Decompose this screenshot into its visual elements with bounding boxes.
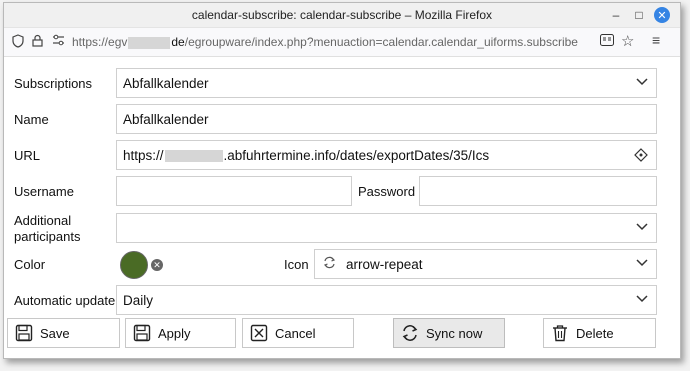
password-input[interactable] <box>419 176 657 206</box>
chevron-down-icon <box>636 256 648 270</box>
participants-label-line2: participants <box>14 229 81 244</box>
url-domain-end: de <box>171 35 185 49</box>
arrow-repeat-icon <box>323 256 336 272</box>
chevron-down-icon <box>636 220 648 234</box>
update-label: Automatic update <box>14 293 116 308</box>
password-label: Password <box>358 184 416 199</box>
url-input[interactable]: https:// .abfuhrtermine.info/dates/export… <box>116 140 657 170</box>
sync-now-button[interactable]: Sync now <box>393 318 505 348</box>
subscriptions-select[interactable]: Abfallkalender <box>116 68 657 98</box>
update-select[interactable]: Daily <box>116 285 657 315</box>
sync-icon <box>400 323 420 343</box>
color-label: Color <box>14 257 46 272</box>
participants-select[interactable] <box>116 213 657 243</box>
chevron-down-icon <box>636 75 648 89</box>
subscriptions-value: Abfallkalender <box>123 76 209 91</box>
url-path: /egroupware/index.php?menuaction=calenda… <box>184 35 578 49</box>
url-start: https://egv <box>72 35 128 49</box>
shield-icon[interactable] <box>12 34 24 51</box>
apply-icon <box>132 323 152 343</box>
delete-label: Delete <box>576 325 614 341</box>
icon-label: Icon <box>284 257 309 272</box>
url-value-end: .abfuhrtermine.info/dates/exportDates/35… <box>223 148 490 163</box>
name-label: Name <box>14 112 49 127</box>
url-bar[interactable]: https://egv de/egroupware/index.php?menua… <box>4 28 680 57</box>
sync-label: Sync now <box>426 325 483 341</box>
browser-window: calendar-subscribe: calendar-subscribe –… <box>3 2 681 359</box>
participants-label-line1: Additional <box>14 213 72 228</box>
username-input[interactable] <box>116 176 352 206</box>
title-bar: calendar-subscribe: calendar-subscribe –… <box>4 3 680 28</box>
bookmark-star-icon[interactable]: ☆ <box>621 32 634 50</box>
maximize-icon[interactable]: □ <box>631 7 647 23</box>
close-icon[interactable]: ✕ <box>654 7 670 23</box>
window-title: calendar-subscribe: calendar-subscribe –… <box>191 8 493 22</box>
redacted-block <box>128 36 171 49</box>
permissions-icon[interactable] <box>52 34 65 49</box>
redacted-block <box>164 150 223 163</box>
url-text[interactable]: https://egv de/egroupware/index.php?menua… <box>72 35 578 49</box>
name-input[interactable]: Abfallkalender <box>116 104 657 134</box>
apply-label: Apply <box>158 325 191 341</box>
cancel-button[interactable]: Cancel <box>242 318 354 348</box>
chevron-down-icon <box>636 292 648 306</box>
minimize-icon[interactable]: ‒ <box>608 7 624 23</box>
icon-select[interactable]: arrow-repeat <box>314 249 657 279</box>
apply-button[interactable]: Apply <box>125 318 236 348</box>
reader-view-icon[interactable] <box>600 34 614 49</box>
color-swatch[interactable] <box>120 251 148 279</box>
save-icon <box>14 323 34 343</box>
save-button[interactable]: Save <box>7 318 120 348</box>
url-field-value: https:// .abfuhrtermine.info/dates/export… <box>123 148 489 163</box>
url-value-start: https:// <box>123 148 164 163</box>
clear-color-icon[interactable]: ✕ <box>151 259 163 271</box>
trash-icon <box>550 323 570 343</box>
delete-button[interactable]: Delete <box>543 318 656 348</box>
cancel-label: Cancel <box>275 325 316 341</box>
autofill-icon[interactable] <box>634 148 648 165</box>
name-value: Abfallkalender <box>123 112 209 127</box>
lock-icon[interactable] <box>32 34 43 50</box>
menu-icon[interactable]: ≡ <box>652 32 660 48</box>
icon-value: arrow-repeat <box>346 257 423 272</box>
subscriptions-label: Subscriptions <box>14 76 93 91</box>
save-label: Save <box>40 325 70 341</box>
cancel-icon <box>249 323 269 343</box>
update-value: Daily <box>123 293 154 308</box>
url-label: URL <box>14 148 41 163</box>
username-label: Username <box>14 184 74 199</box>
